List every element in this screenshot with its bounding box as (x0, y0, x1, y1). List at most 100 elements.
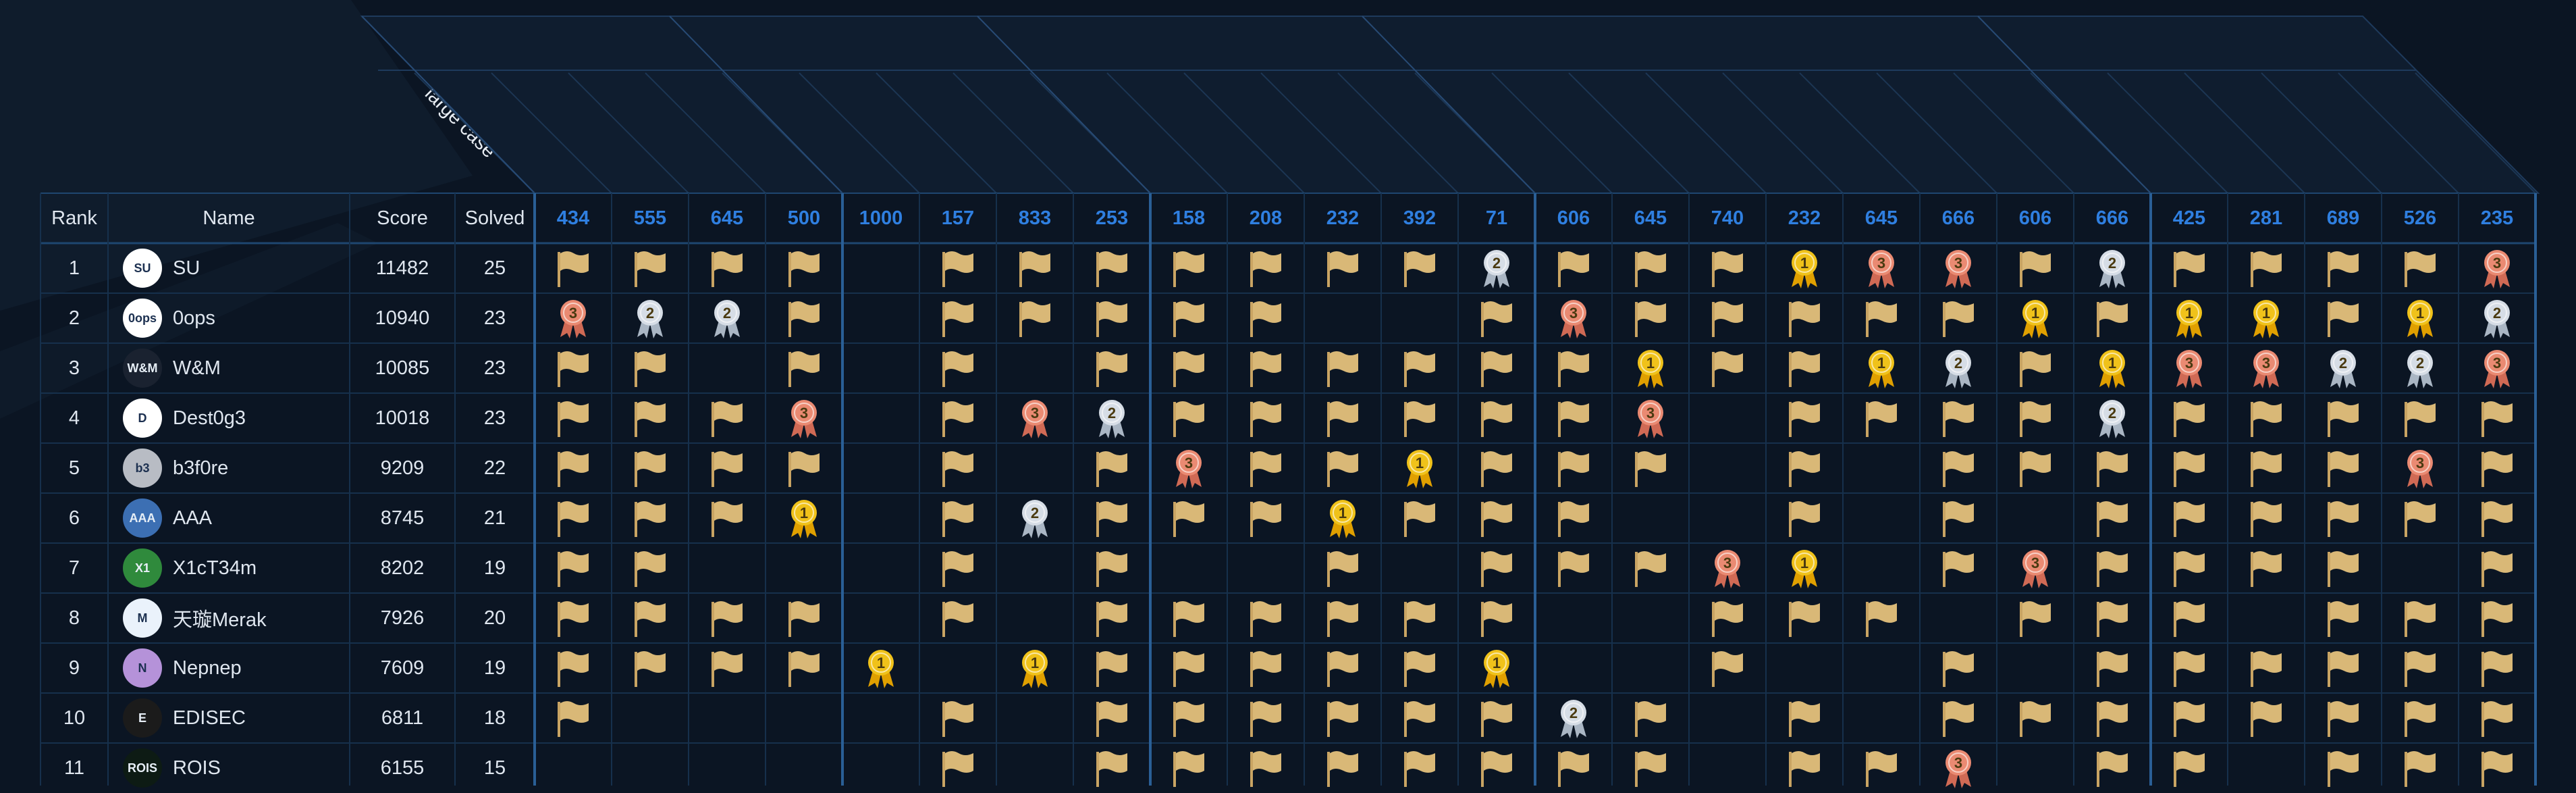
flag-icon (1171, 748, 1207, 788)
medal-3-icon: 3 (1632, 398, 1669, 438)
flag-icon (2402, 698, 2438, 738)
team-name-cell[interactable]: SU SU (108, 243, 350, 293)
flag-icon (940, 398, 976, 438)
flag-icon (2171, 548, 2207, 588)
svg-text:1: 1 (1800, 255, 1808, 272)
svg-text:1: 1 (1416, 455, 1424, 471)
medal-2-icon: 2 (1940, 348, 1977, 388)
team-name[interactable]: EDISEC (173, 707, 246, 730)
score-cell: 7926 (380, 607, 425, 629)
challenge-score: 232 (1788, 207, 1821, 229)
challenge-score: 526 (2403, 207, 2437, 229)
flag-icon (940, 698, 976, 738)
avatar: D (123, 399, 162, 438)
flag-icon (1786, 348, 1823, 388)
team-name-cell[interactable]: b3 b3f0re (108, 443, 350, 493)
team-name[interactable]: Nepnep (173, 657, 242, 680)
svg-text:3: 3 (2031, 555, 2039, 571)
flag-icon (1171, 348, 1207, 388)
flag-icon (2017, 248, 2054, 288)
team-name[interactable]: 0ops (173, 307, 215, 330)
svg-text:3: 3 (2416, 455, 2424, 471)
flag-icon (1324, 748, 1361, 788)
flag-icon (1478, 448, 1515, 488)
flag-icon (1171, 698, 1207, 738)
flag-icon (1171, 398, 1207, 438)
team-name-cell[interactable]: X1 X1cT34m (108, 543, 350, 593)
flag-icon (1632, 448, 1669, 488)
svg-text:3: 3 (569, 305, 577, 322)
team-name[interactable]: X1cT34m (173, 557, 257, 580)
flag-icon (1478, 498, 1515, 538)
team-name-cell[interactable]: 0ops 0ops (108, 293, 350, 343)
solved-cell: 20 (483, 607, 506, 629)
challenge-score: 689 (2326, 207, 2360, 229)
team-name[interactable]: W&M (173, 357, 221, 380)
rank-cell: 3 (68, 357, 80, 379)
column-header-score: Score (377, 207, 428, 229)
flag-icon (1478, 748, 1515, 788)
flag-icon (1940, 498, 1977, 538)
flag-icon (2402, 748, 2438, 788)
avatar: b3 (123, 449, 162, 488)
rank-cell: 10 (63, 707, 86, 729)
flag-icon (2479, 498, 2515, 538)
flag-icon (1171, 298, 1207, 338)
svg-text:1: 1 (800, 505, 808, 521)
svg-text:1: 1 (2185, 305, 2193, 322)
medal-2-icon: 2 (1094, 398, 1130, 438)
flag-icon (1324, 398, 1361, 438)
medal-3-icon: 3 (2402, 448, 2438, 488)
medal-1-icon: 1 (1863, 348, 1900, 388)
team-name-cell[interactable]: W&M W&M (108, 343, 350, 393)
flag-icon (1401, 398, 1438, 438)
flag-icon (2171, 648, 2207, 688)
svg-text:2: 2 (1954, 355, 1962, 372)
team-name-cell[interactable]: N Nepnep (108, 643, 350, 693)
flag-icon (555, 248, 591, 288)
category-band (360, 16, 2540, 194)
flag-icon (1863, 748, 1900, 788)
team-name[interactable]: 天璇Merak (173, 604, 267, 632)
team-name[interactable]: Dest0g3 (173, 407, 246, 430)
flag-icon (2094, 698, 2130, 738)
challenge-score: 500 (787, 207, 821, 229)
svg-text:3: 3 (1185, 455, 1193, 471)
team-name[interactable]: b3f0re (173, 457, 228, 480)
solved-cell: 25 (483, 257, 506, 279)
flag-icon (1940, 398, 1977, 438)
flag-icon (2248, 498, 2284, 538)
flag-icon (1863, 398, 1900, 438)
challenge-score: 606 (2018, 207, 2052, 229)
team-name-cell[interactable]: D Dest0g3 (108, 393, 350, 443)
team-name[interactable]: AAA (173, 507, 212, 530)
medal-1-icon: 1 (863, 648, 899, 688)
team-name-cell[interactable]: M 天璇Merak (108, 593, 350, 643)
flag-icon (1478, 348, 1515, 388)
team-name-cell[interactable]: AAA AAA (108, 493, 350, 543)
avatar: SU (123, 249, 162, 288)
flag-icon (2325, 298, 2361, 338)
medal-2-icon: 2 (709, 298, 745, 338)
solved-cell: 23 (483, 407, 506, 429)
medal-1-icon: 1 (2094, 348, 2130, 388)
flag-icon (1709, 348, 1746, 388)
flag-icon (1786, 598, 1823, 638)
svg-text:1: 1 (2416, 305, 2424, 322)
svg-text:2: 2 (646, 305, 654, 322)
medal-2-icon: 2 (632, 298, 668, 338)
flag-icon (709, 598, 745, 638)
flag-icon (1247, 698, 1284, 738)
flag-icon (2325, 448, 2361, 488)
flag-icon (1094, 598, 1130, 638)
flag-icon (940, 498, 976, 538)
challenge-score: 555 (633, 207, 667, 229)
flag-icon (1632, 298, 1669, 338)
challenge-score: 425 (2172, 207, 2206, 229)
team-name[interactable]: ROIS (173, 757, 221, 779)
team-name[interactable]: SU (173, 257, 200, 280)
svg-text:3: 3 (1723, 555, 1732, 571)
flag-icon (2017, 348, 2054, 388)
team-name-cell[interactable]: E EDISEC (108, 693, 350, 743)
svg-text:3: 3 (1031, 405, 1039, 421)
